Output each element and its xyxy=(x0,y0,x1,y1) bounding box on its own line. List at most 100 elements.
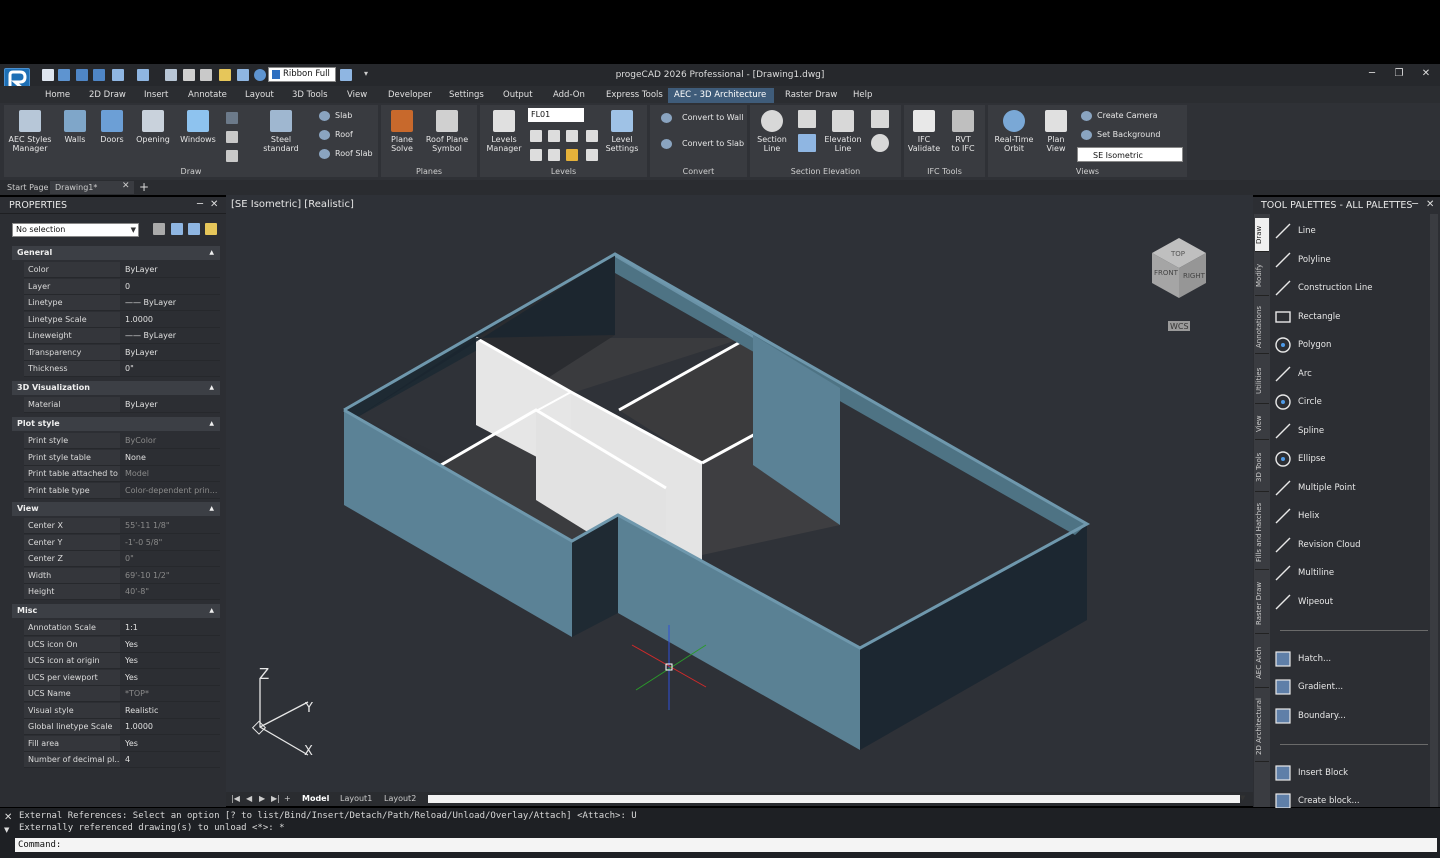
tab-add-on[interactable]: Add-On xyxy=(547,88,591,103)
property-row[interactable]: UCS per viewport Yes xyxy=(24,669,220,686)
tab-layout1[interactable]: Layout1 xyxy=(336,793,376,805)
palette-tab[interactable]: Utilities xyxy=(1255,358,1269,404)
property-row[interactable]: Color ByLayer xyxy=(24,262,220,278)
palette-tool[interactable]: Polyline xyxy=(1273,249,1423,271)
property-value[interactable]: Yes xyxy=(122,736,220,751)
palette-tool[interactable]: Insert Block xyxy=(1273,762,1423,784)
command-options-icon[interactable]: ▼ xyxy=(4,826,9,834)
elevation-line-button[interactable]: Elevation Line xyxy=(822,110,864,153)
property-value[interactable]: Yes xyxy=(122,670,220,685)
viewport-label[interactable]: [SE Isometric] [Realistic] xyxy=(231,199,354,210)
add-layout-icon[interactable]: + xyxy=(280,793,295,805)
level-tool-icon[interactable] xyxy=(586,130,598,142)
palette-tool[interactable]: Circle xyxy=(1273,391,1423,413)
tab-model[interactable]: Model xyxy=(298,793,333,805)
level-tool-icon[interactable] xyxy=(548,130,560,142)
property-value[interactable]: 40'-8" xyxy=(122,584,220,599)
palette-tab[interactable]: AEC Arch xyxy=(1255,638,1269,688)
palette-tool[interactable]: Multiline xyxy=(1273,562,1423,584)
close-command-icon[interactable]: ✕ xyxy=(4,812,12,823)
level-tool-icon[interactable] xyxy=(530,130,542,142)
horizontal-scrollbar[interactable] xyxy=(428,795,1240,803)
property-row[interactable]: Print style ByColor xyxy=(24,433,220,449)
property-row[interactable]: Print table type Color-dependent prin... xyxy=(24,482,220,499)
close-palette-icon[interactable]: ✕ xyxy=(1426,199,1434,210)
property-value[interactable]: *TOP* xyxy=(122,686,220,701)
undo-icon[interactable] xyxy=(112,69,124,81)
property-row[interactable]: Center Z 0" xyxy=(24,551,220,567)
palette-tool[interactable]: Ellipse xyxy=(1273,448,1423,470)
tab-layout2[interactable]: Layout2 xyxy=(380,793,420,805)
real-time-orbit-button[interactable]: Real-Time Orbit xyxy=(992,110,1036,153)
tab-express-tools[interactable]: Express Tools xyxy=(600,88,669,103)
property-value[interactable]: 69'-10 1/2" xyxy=(122,568,220,583)
palette-tool[interactable]: Gradient... xyxy=(1273,676,1423,698)
property-row[interactable]: Width 69'-10 1/2" xyxy=(24,567,220,584)
palette-tool[interactable]: Rectangle xyxy=(1273,306,1423,328)
cursor-icon[interactable] xyxy=(237,69,249,81)
scroll-right-icon[interactable]: ▼ xyxy=(1240,794,1245,802)
property-row[interactable]: UCS icon On Yes xyxy=(24,636,220,653)
roof-plane-symbol-button[interactable]: Roof Plane Symbol xyxy=(422,110,472,153)
level-settings-button[interactable]: Level Settings xyxy=(602,110,642,153)
property-value[interactable]: 1.0000 xyxy=(122,312,220,327)
palette-tool[interactable]: Wipeout xyxy=(1273,591,1423,613)
roof-slab-button[interactable]: Roof Slab xyxy=(319,147,373,161)
new-tab-icon[interactable]: + xyxy=(139,180,149,194)
steel-standard-button[interactable]: Steel standard xyxy=(258,110,304,153)
new-file-icon[interactable] xyxy=(42,69,54,81)
tab-layout[interactable]: Layout xyxy=(239,88,280,103)
property-value[interactable]: Yes xyxy=(122,653,220,668)
minimize-panel-icon[interactable]: ─ xyxy=(197,199,203,210)
palette-scrollbar[interactable] xyxy=(1430,214,1438,807)
property-row[interactable]: Visual style Realistic xyxy=(24,702,220,719)
aec-styles-manager-button[interactable]: AEC Styles Manager xyxy=(6,110,54,153)
select-objects-icon[interactable] xyxy=(171,223,183,235)
property-value[interactable]: Yes xyxy=(122,637,220,652)
section-line-button[interactable]: Section Line xyxy=(754,110,790,153)
minimize-palette-icon[interactable]: ─ xyxy=(1412,199,1418,210)
level-tool-icon[interactable] xyxy=(566,149,578,161)
close-panel-icon[interactable]: ✕ xyxy=(210,199,218,210)
property-value[interactable]: Realistic xyxy=(122,703,220,718)
minimize-button[interactable]: ─ xyxy=(1360,67,1384,81)
tab-settings[interactable]: Settings xyxy=(443,88,490,103)
section-header[interactable]: General xyxy=(12,246,220,260)
workspace-settings-icon[interactable] xyxy=(340,69,352,81)
grid-icon[interactable] xyxy=(226,112,238,124)
view-cube[interactable]: TOP FRONT RIGHT xyxy=(1152,238,1206,298)
property-value[interactable]: Model xyxy=(122,466,220,481)
print-preview-icon[interactable] xyxy=(165,69,177,81)
property-row[interactable]: Height 40'-8" xyxy=(24,584,220,600)
palette-tab[interactable]: View xyxy=(1255,408,1269,440)
property-row[interactable]: Linetype —— ByLayer xyxy=(24,295,220,311)
stair-icon[interactable] xyxy=(226,150,238,162)
palette-tool[interactable]: Line xyxy=(1273,220,1423,242)
property-row[interactable]: UCS Name *TOP* xyxy=(24,686,220,702)
levels-manager-button[interactable]: Levels Manager xyxy=(484,110,524,153)
property-row[interactable]: Number of decimal pl... 4 xyxy=(24,752,220,768)
tab-start-page[interactable]: Start Page xyxy=(2,181,53,194)
maximize-button[interactable]: ❐ xyxy=(1387,67,1411,81)
palette-tool[interactable]: Multiple Point xyxy=(1273,477,1423,499)
property-row[interactable]: Linetype Scale 1.0000 xyxy=(24,311,220,328)
elevation-marker-icon[interactable] xyxy=(871,134,889,152)
property-row[interactable]: Global linetype Scale 1.0000 xyxy=(24,719,220,735)
tab-developer[interactable]: Developer xyxy=(382,88,438,103)
selection-dropdown[interactable]: No selection xyxy=(12,223,139,237)
redo-icon[interactable] xyxy=(137,69,149,81)
tab-annotate[interactable]: Annotate xyxy=(182,88,233,103)
rvt-to-ifc-button[interactable]: RVT to IFC xyxy=(945,110,981,153)
plane-solve-button[interactable]: Plane Solve xyxy=(384,110,420,153)
palette-tool[interactable]: Construction Line xyxy=(1273,277,1423,299)
property-value[interactable]: ByLayer xyxy=(122,345,220,360)
palette-tool[interactable]: Boundary... xyxy=(1273,705,1423,727)
palette-tab[interactable]: Raster Draw xyxy=(1255,574,1269,634)
view-select[interactable]: SE Isometric xyxy=(1077,147,1183,162)
palette-tab[interactable]: Fills and Hatches xyxy=(1255,496,1269,570)
property-value[interactable]: -1'-0 5/8" xyxy=(122,535,220,550)
tab-view[interactable]: View xyxy=(341,88,373,103)
close-tab-icon[interactable]: ✕ xyxy=(122,181,130,191)
opening-button[interactable]: Opening xyxy=(134,110,172,144)
customize-qat-icon[interactable]: ▾ xyxy=(364,69,368,78)
